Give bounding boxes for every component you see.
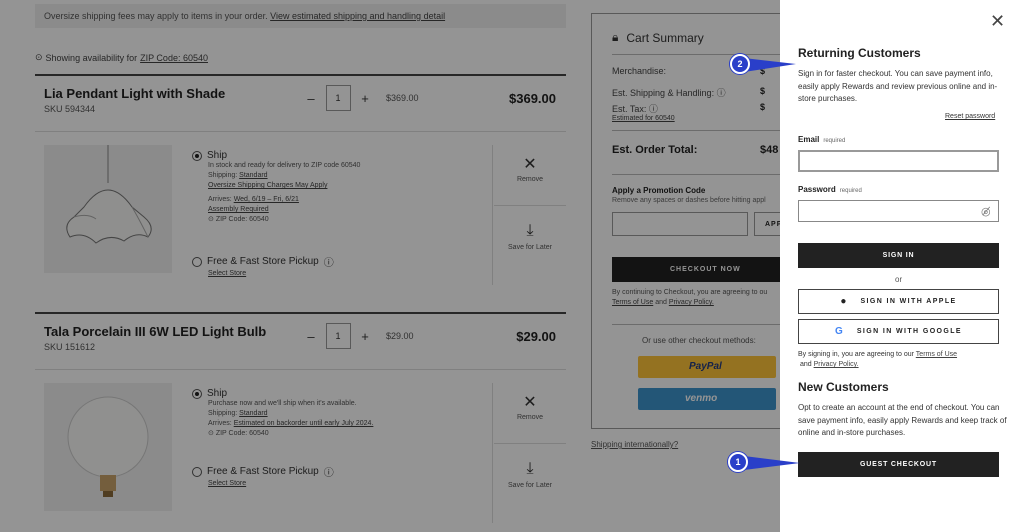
email-label: Email required bbox=[798, 135, 845, 144]
privacy-policy-link[interactable]: Privacy Policy. bbox=[814, 361, 859, 368]
close-icon[interactable]: ✕ bbox=[990, 12, 1005, 30]
required-tag: required bbox=[823, 138, 846, 144]
eye-slash-icon[interactable]: ◎̸ bbox=[981, 205, 991, 218]
apple-label: SIGN IN WITH APPLE bbox=[860, 298, 957, 305]
new-customers-text: Opt to create an account at the end of c… bbox=[798, 403, 1007, 437]
returning-customers-text: Sign in for faster checkout. You can sav… bbox=[798, 69, 998, 103]
or-divider: or bbox=[895, 275, 903, 284]
modal-overlay[interactable] bbox=[0, 0, 780, 532]
email-label-text: Email bbox=[798, 135, 820, 144]
google-icon: G bbox=[835, 326, 843, 337]
password-label-text: Password bbox=[798, 185, 836, 194]
email-field[interactable] bbox=[798, 150, 999, 172]
apple-icon: ● bbox=[840, 296, 847, 307]
required-tag: required bbox=[839, 188, 862, 194]
password-field[interactable] bbox=[798, 200, 999, 222]
agree-prefix: By signing in, you are agreeing to our bbox=[798, 351, 914, 358]
sign-in-button[interactable]: SIGN IN bbox=[798, 243, 999, 268]
guest-checkout-button[interactable]: GUEST CHECKOUT bbox=[798, 452, 999, 477]
terms-of-use-link[interactable]: Terms of Use bbox=[916, 351, 957, 358]
step-marker-1: 1 bbox=[728, 452, 748, 472]
reset-password-link[interactable]: Reset password bbox=[945, 113, 995, 120]
agree-and: and bbox=[799, 361, 812, 368]
sign-in-with-google-button[interactable]: G SIGN IN WITH GOOGLE bbox=[798, 319, 999, 344]
returning-customers-title: Returning Customers bbox=[798, 46, 921, 60]
step-marker-2: 2 bbox=[730, 54, 750, 74]
sign-in-with-apple-button[interactable]: ● SIGN IN WITH APPLE bbox=[798, 289, 999, 314]
new-customers-title: New Customers bbox=[798, 380, 889, 394]
sign-in-agreement: By signing in, you are agreeing to our T… bbox=[798, 350, 1008, 370]
google-label: SIGN IN WITH GOOGLE bbox=[856, 328, 962, 335]
password-label: Password required bbox=[798, 185, 862, 194]
sign-in-drawer: ✕ Returning Customers Sign in for faster… bbox=[780, 0, 1024, 532]
